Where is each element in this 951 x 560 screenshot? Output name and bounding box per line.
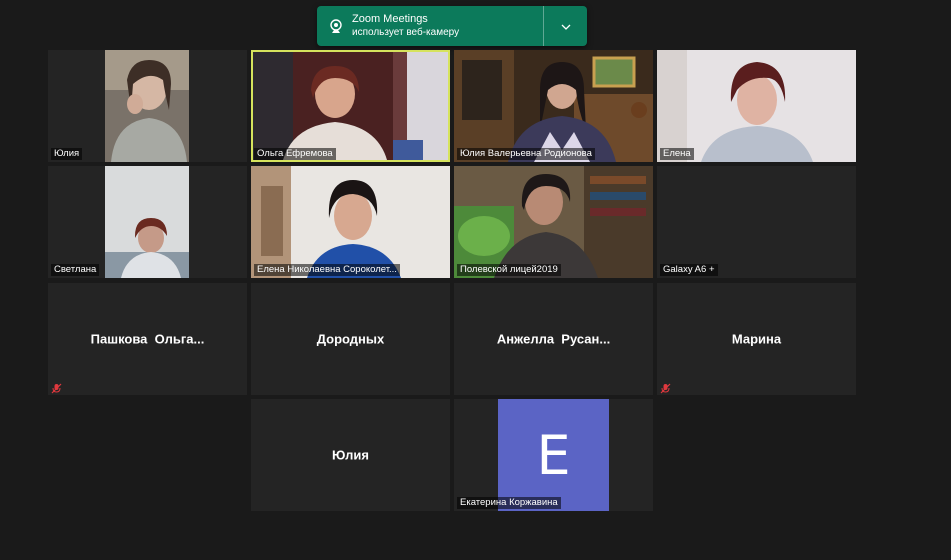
- participant-tile[interactable]: Светлана: [48, 166, 247, 278]
- notification-body[interactable]: Zoom Meetings использует веб-камеру: [317, 6, 543, 46]
- participant-name: Пашкова Ольга...: [90, 331, 205, 347]
- participant-tile[interactable]: Полевской лицей2019: [454, 166, 653, 278]
- participant-name: Анжелла Русан...: [496, 331, 611, 347]
- participant-tile[interactable]: Юлия: [48, 50, 247, 162]
- mic-muted-icon: [51, 381, 62, 394]
- participant-tile[interactable]: E Екатерина Коржавина: [454, 399, 653, 511]
- zoom-gallery-view: Zoom Meetings использует веб-камеру Юлия: [0, 0, 951, 560]
- participant-name: Юлия: [51, 148, 83, 160]
- participant-tile[interactable]: Galaxy A6 +: [657, 166, 856, 278]
- participant-name: Елена Николаевна Сороколет...: [254, 264, 400, 276]
- participant-tile[interactable]: Елена Николаевна Сороколет...: [251, 166, 450, 278]
- participant-tile[interactable]: Пашкова Ольга...: [48, 283, 247, 395]
- participant-name: Полевской лицей2019: [457, 264, 561, 276]
- chevron-down-icon: [561, 17, 571, 35]
- participant-avatar: E: [498, 399, 609, 511]
- participant-name: Светлана: [51, 264, 100, 276]
- participant-tile[interactable]: Юлия Валерьевна Родионова: [454, 50, 653, 162]
- notification-title: Zoom Meetings: [352, 13, 428, 25]
- notification-subtitle: использует веб-камеру: [352, 27, 460, 38]
- participant-video: [251, 166, 450, 278]
- participant-tile[interactable]: Юлия: [251, 399, 450, 511]
- participant-tile[interactable]: Дородных: [251, 283, 450, 395]
- participant-video: [454, 166, 653, 278]
- participant-tile[interactable]: Анжелла Русан...: [454, 283, 653, 395]
- participant-name: Дородных: [316, 331, 385, 347]
- mic-muted-icon: [660, 381, 671, 394]
- notification-expand-button[interactable]: [544, 6, 587, 46]
- webcam-icon: [327, 17, 345, 35]
- participant-name: Ольга Ефремова: [254, 148, 336, 160]
- participant-video: [657, 50, 856, 162]
- participant-video: [253, 52, 448, 160]
- participant-tile[interactable]: Марина: [657, 283, 856, 395]
- participant-name: Юлия Валерьевна Родионова: [457, 148, 595, 160]
- participant-video: [105, 50, 189, 162]
- participant-video: [454, 50, 653, 162]
- participant-name: Елена: [660, 148, 694, 160]
- participant-video: [105, 166, 189, 278]
- participant-tile-active-speaker[interactable]: Ольга Ефремова: [251, 50, 450, 162]
- participant-tile[interactable]: Елена: [657, 50, 856, 162]
- participant-name: Юлия: [332, 447, 369, 463]
- participant-name: Екатерина Коржавина: [457, 497, 561, 509]
- webcam-notification[interactable]: Zoom Meetings использует веб-камеру: [317, 6, 587, 46]
- participant-name: Galaxy A6 +: [660, 264, 718, 276]
- participant-name: Марина: [731, 331, 782, 347]
